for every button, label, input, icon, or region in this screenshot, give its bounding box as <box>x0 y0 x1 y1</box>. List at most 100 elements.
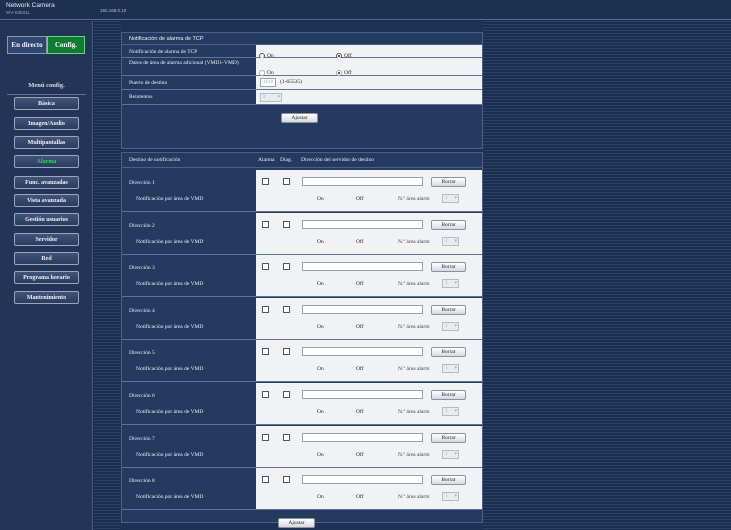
server-address-input[interactable] <box>302 475 423 485</box>
port-input[interactable]: 1818 <box>260 78 276 87</box>
vmd-on-option[interactable]: On <box>317 196 324 202</box>
sidebar-item-imagen-audio[interactable]: Imagen/Audio <box>14 117 79 130</box>
set-button-dest[interactable]: Ajustar <box>278 518 315 528</box>
vmd-off-option[interactable]: ◦ Off <box>352 196 364 202</box>
left-stripe <box>94 21 121 530</box>
vmd-notif-label: Notificación por área de VMD <box>136 366 204 373</box>
destination-label: Dirección 3 <box>129 265 155 272</box>
area-select[interactable]: 1 <box>442 194 459 203</box>
delete-button[interactable]: Borrar <box>431 304 466 315</box>
vmd-off-option[interactable]: ◦ Off <box>352 366 364 372</box>
diag-checkbox[interactable] <box>283 433 290 441</box>
vmd-notif-label: Notificación por área de VMD <box>136 281 204 288</box>
alarm-checkbox[interactable] <box>262 433 269 441</box>
sidebar: En directo Config. Menú config. Básica Im… <box>0 21 93 530</box>
radio-selected-icon[interactable]: ◦ <box>352 324 354 330</box>
main-content: Notificación de alarma de TCP Notificaci… <box>121 21 483 530</box>
port-label: Puerto de destino <box>129 80 168 86</box>
area-select[interactable]: 1 <box>442 364 459 374</box>
area-label: N.º área alarm <box>398 366 430 373</box>
sidebar-item-red[interactable]: Red <box>14 252 79 265</box>
area-select[interactable]: 1 <box>442 279 459 289</box>
delete-button[interactable]: Borrar <box>431 347 466 358</box>
area-label: N.º área alarm <box>398 238 430 245</box>
delete-button[interactable]: Borrar <box>431 177 466 187</box>
alarm-checkbox[interactable] <box>262 391 269 398</box>
retry-label: Reintentos <box>129 94 153 100</box>
radio-selected-icon[interactable]: ◦ <box>352 494 354 500</box>
radio-selected-icon[interactable]: ◦ <box>352 196 354 202</box>
server-address-input[interactable] <box>302 177 423 186</box>
sidebar-item-servidor[interactable]: Servidor <box>14 233 79 246</box>
server-address-input[interactable] <box>302 304 423 314</box>
delete-button[interactable]: Borrar <box>431 262 466 273</box>
vmd-on-option[interactable]: On <box>317 452 324 458</box>
area-select[interactable]: 1 <box>442 321 459 331</box>
alarm-checkbox[interactable] <box>262 263 269 271</box>
server-address-input[interactable] <box>302 347 423 357</box>
diag-checkbox[interactable] <box>283 476 290 484</box>
vmd-off-option[interactable]: ◦ Off <box>352 452 364 458</box>
tcp-notif-row: Notificación de alarma de TCP On Off <box>122 45 482 60</box>
alarm-checkbox[interactable] <box>262 476 269 484</box>
vmd-on-option[interactable]: On <box>317 239 324 245</box>
server-address-input[interactable] <box>302 219 423 229</box>
radio-selected-icon[interactable]: ◦ <box>352 452 354 458</box>
alarm-checkbox[interactable] <box>262 178 269 185</box>
delete-button[interactable]: Borrar <box>431 219 466 230</box>
destination-label: Dirección 5 <box>129 350 155 357</box>
destination-header: Destino de notificación Alarma Diag. Dir… <box>122 153 482 168</box>
alarm-checkbox[interactable] <box>262 220 269 228</box>
area-select[interactable]: 1 <box>442 492 459 502</box>
sidebar-item-multipantallas[interactable]: Multipantallas <box>14 136 79 149</box>
diag-checkbox[interactable] <box>283 220 290 228</box>
delete-button[interactable]: Borrar <box>431 432 466 443</box>
server-address-input[interactable] <box>302 262 423 272</box>
server-address-input[interactable] <box>302 432 423 442</box>
set-button-tcp[interactable]: Ajustar <box>281 113 318 123</box>
vmd-off-option[interactable]: ◦ Off <box>352 409 364 415</box>
vmd-on-option[interactable]: On <box>317 324 324 330</box>
sidebar-item-vista-avanzada[interactable]: Vista avanzada <box>14 194 79 207</box>
server-address-input[interactable] <box>302 390 423 399</box>
alarm-checkbox[interactable] <box>262 348 269 356</box>
sidebar-item-básica[interactable]: Básica <box>14 97 79 110</box>
destination-panel: Destino de notificación Alarma Diag. Dir… <box>121 152 483 523</box>
delete-button[interactable]: Borrar <box>431 475 466 486</box>
retry-select[interactable]: 2 <box>260 93 282 102</box>
destination-label: Dirección 6 <box>129 393 155 399</box>
diag-checkbox[interactable] <box>283 305 290 313</box>
sidebar-item-alarma[interactable]: Alarma <box>14 155 79 168</box>
vmd-on-option[interactable]: On <box>317 409 324 415</box>
radio-selected-icon[interactable]: ◦ <box>352 409 354 415</box>
vmd-on-option[interactable]: On <box>317 281 324 287</box>
diag-checkbox[interactable] <box>283 263 290 271</box>
vmd-off-option[interactable]: ◦ Off <box>352 239 364 245</box>
diag-checkbox[interactable] <box>283 178 290 185</box>
diag-checkbox[interactable] <box>283 391 290 398</box>
live-button[interactable]: En directo <box>7 36 47 54</box>
area-select[interactable]: 1 <box>442 407 459 416</box>
radio-selected-icon[interactable]: ◦ <box>352 239 354 245</box>
vmd-on-option[interactable]: On <box>317 494 324 500</box>
sidebar-item-func-avanzadas[interactable]: Func. avanzadas <box>14 176 79 189</box>
radio-selected-icon[interactable]: ◦ <box>352 281 354 287</box>
sidebar-item-mantenimiento[interactable]: Mantenimiento <box>14 291 79 304</box>
destination-label: Dirección 4 <box>129 307 155 314</box>
delete-button[interactable]: Borrar <box>431 390 466 400</box>
vmd-off-option[interactable]: ◦ Off <box>352 324 364 330</box>
vmd-off-option[interactable]: ◦ Off <box>352 494 364 500</box>
destination-row: Dirección 2 Notificación por área de VMD B… <box>122 212 482 255</box>
top-bar: Network Camera WV-S3531L 192.168.0.10 <box>0 0 731 20</box>
destination-row: Dirección 5 Notificación por área de VMD B… <box>122 340 482 383</box>
area-select[interactable]: 1 <box>442 236 459 246</box>
config-button[interactable]: Config. <box>47 36 85 54</box>
alarm-checkbox[interactable] <box>262 305 269 313</box>
sidebar-item-gestión-usuarios[interactable]: Gestión usuarios <box>14 213 79 226</box>
sidebar-item-programa-horario[interactable]: Programa horario <box>14 271 79 284</box>
radio-selected-icon[interactable]: ◦ <box>352 366 354 372</box>
vmd-off-option[interactable]: ◦ Off <box>352 281 364 287</box>
area-select[interactable]: 1 <box>442 449 459 459</box>
vmd-on-option[interactable]: On <box>317 366 324 372</box>
diag-checkbox[interactable] <box>283 348 290 356</box>
